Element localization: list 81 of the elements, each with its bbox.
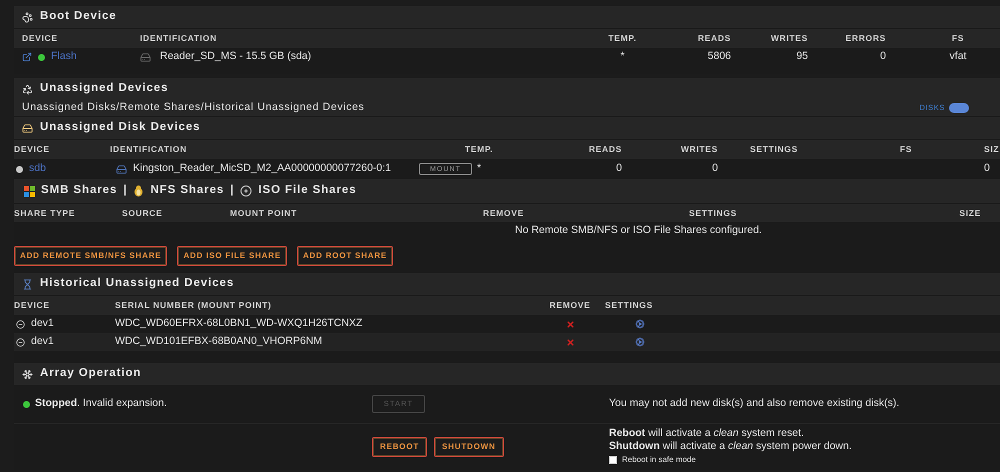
- recycle-icon: [22, 84, 33, 94]
- column-header: REMOVE: [483, 206, 524, 220]
- table-cell-text: 0: [712, 161, 718, 176]
- column-header: WRITES: [680, 143, 718, 156]
- column-header: READS: [588, 143, 622, 156]
- column-header: DEVICE: [22, 32, 58, 45]
- toggle-switch[interactable]: [948, 103, 969, 113]
- remove-icon[interactable]: [566, 338, 574, 346]
- column-header: IDENTIFICATION: [110, 143, 187, 156]
- column-header: ERRORS: [846, 32, 886, 45]
- section-title: SMB Shares: [41, 183, 118, 198]
- title-separator: |: [123, 183, 128, 198]
- column-header: SHARE TYPE: [14, 206, 76, 220]
- table-cell-text: WDC_WD101EFBX-68B0AN0_VHORP6NM: [115, 334, 322, 350]
- drive-icon: [116, 164, 127, 174]
- column-header: REMOVE: [550, 299, 590, 312]
- section-subtitle: Unassigned Disks/Remote Shares/Historical Unassigned Devices: [22, 100, 364, 116]
- column-header: MOUNT POINT: [230, 206, 297, 220]
- section-title: Array Operation: [40, 366, 142, 382]
- add-share-button[interactable]: ADD REMOTE SMB/NFS SHARE: [14, 246, 168, 266]
- column-header: READS: [698, 32, 731, 45]
- minus-circle-icon: [16, 338, 25, 346]
- table-cell-text: vfat: [950, 49, 966, 64]
- table-cell-text: Reader_SD_MS - 15.5 GB (sda): [160, 49, 312, 64]
- array-status: Stopped. Invalid expansion.: [35, 396, 167, 412]
- start-message: You may not add new disk(s) and also remove existing disk(s).: [609, 396, 900, 412]
- column-header: DEVICE: [14, 299, 50, 312]
- table-cell-text: 0: [984, 161, 990, 176]
- settings-icon[interactable]: [635, 319, 645, 329]
- drive-icon: [140, 52, 151, 62]
- power-note: Shutdown will activate a clean system power down.: [609, 441, 852, 452]
- table-cell-text: WDC_WD60EFRX-68L0BN1_WD-WXQ1H26TCNXZ: [115, 316, 362, 332]
- column-header: TEMP.: [464, 143, 494, 156]
- table-cell-text: 0: [616, 161, 622, 176]
- disc-icon: [240, 185, 252, 197]
- power-button[interactable]: REBOOT: [372, 437, 428, 457]
- column-header: SETTINGS: [689, 206, 737, 220]
- device-link[interactable]: Flash: [51, 49, 77, 65]
- table-cell-text: Kingston_Reader_MicSD_M2_AA00000000077260-0:1: [133, 161, 392, 176]
- add-share-button[interactable]: ADD ISO FILE SHARE: [177, 246, 287, 266]
- external-link-icon[interactable]: [22, 52, 32, 62]
- table-cell-text: dev1: [31, 316, 54, 332]
- column-header: SIZ: [984, 143, 1000, 156]
- column-header: WRITES: [770, 32, 808, 45]
- add-share-button[interactable]: ADD ROOT SHARE: [296, 246, 394, 266]
- remove-icon[interactable]: [566, 320, 574, 328]
- column-header: SOURCE: [122, 206, 162, 220]
- column-header: SIZE: [959, 206, 981, 220]
- title-separator: |: [230, 183, 234, 198]
- paw-icon: [22, 12, 33, 22]
- section-title: Historical Unassigned Devices: [40, 276, 234, 292]
- section-title: ISO File Shares: [258, 183, 357, 198]
- settings-icon[interactable]: [635, 337, 645, 347]
- table-cell-text: *: [476, 161, 482, 176]
- table-cell-text: 95: [796, 49, 808, 64]
- windows-logo-icon: [24, 186, 35, 196]
- section-title: NFS Shares: [150, 183, 224, 198]
- column-header: SETTINGS: [605, 299, 653, 312]
- column-header: DEVICE: [14, 143, 50, 156]
- safe-mode-checkbox[interactable]: [609, 456, 617, 464]
- minus-circle-icon: [16, 320, 25, 328]
- table-cell-text: 5806: [708, 49, 731, 64]
- snowflake-icon: [22, 368, 33, 380]
- empty-message: No Remote SMB/NFS or ISO File Shares configured.: [515, 222, 762, 238]
- table-cell-text: *: [620, 49, 625, 64]
- section-title: Boot Device: [40, 9, 117, 24]
- section-title: Unassigned Disk Devices: [40, 120, 201, 136]
- hourglass-icon: [22, 278, 33, 290]
- section-title: Unassigned Devices: [40, 81, 168, 96]
- power-note: Reboot will activate a clean system reset.: [609, 428, 805, 439]
- device-link[interactable]: sdb: [29, 161, 46, 177]
- table-cell-text: dev1: [31, 334, 54, 350]
- column-header: SERIAL NUMBER (MOUNT POINT): [115, 299, 272, 312]
- column-header: FS: [900, 143, 912, 156]
- column-header: IDENTIFICATION: [140, 32, 217, 45]
- column-header: FS: [952, 32, 964, 45]
- table-cell-text: 0: [880, 49, 886, 64]
- column-header: SETTINGS: [750, 143, 798, 156]
- checkbox-label: Reboot in safe mode: [622, 454, 696, 466]
- power-button[interactable]: SHUTDOWN: [434, 437, 504, 457]
- column-header: TEMP.: [608, 32, 637, 45]
